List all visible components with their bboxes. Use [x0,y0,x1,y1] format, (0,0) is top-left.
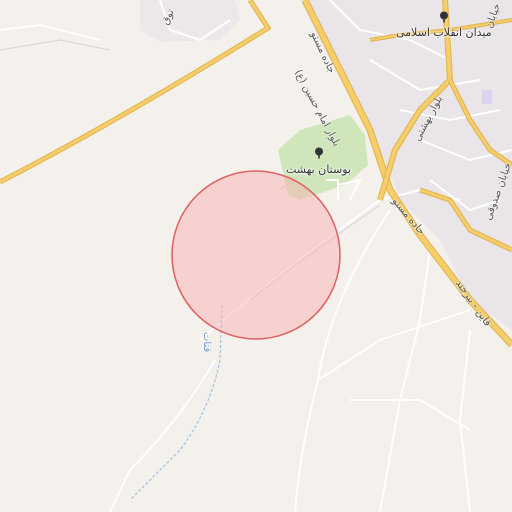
search-radius-circle [171,170,341,340]
canal-label: قنات [201,332,212,353]
tree-icon [315,147,323,159]
map-canvas[interactable]: بوستان بهشت میدان انقلاب اسلامی بلوار ام… [0,0,512,512]
poi-area [482,90,492,104]
park-label: بوستان بهشت [286,163,351,176]
map-base [0,0,512,512]
square-label: میدان انقلاب اسلامی [396,26,492,39]
tree-icon [440,11,448,23]
